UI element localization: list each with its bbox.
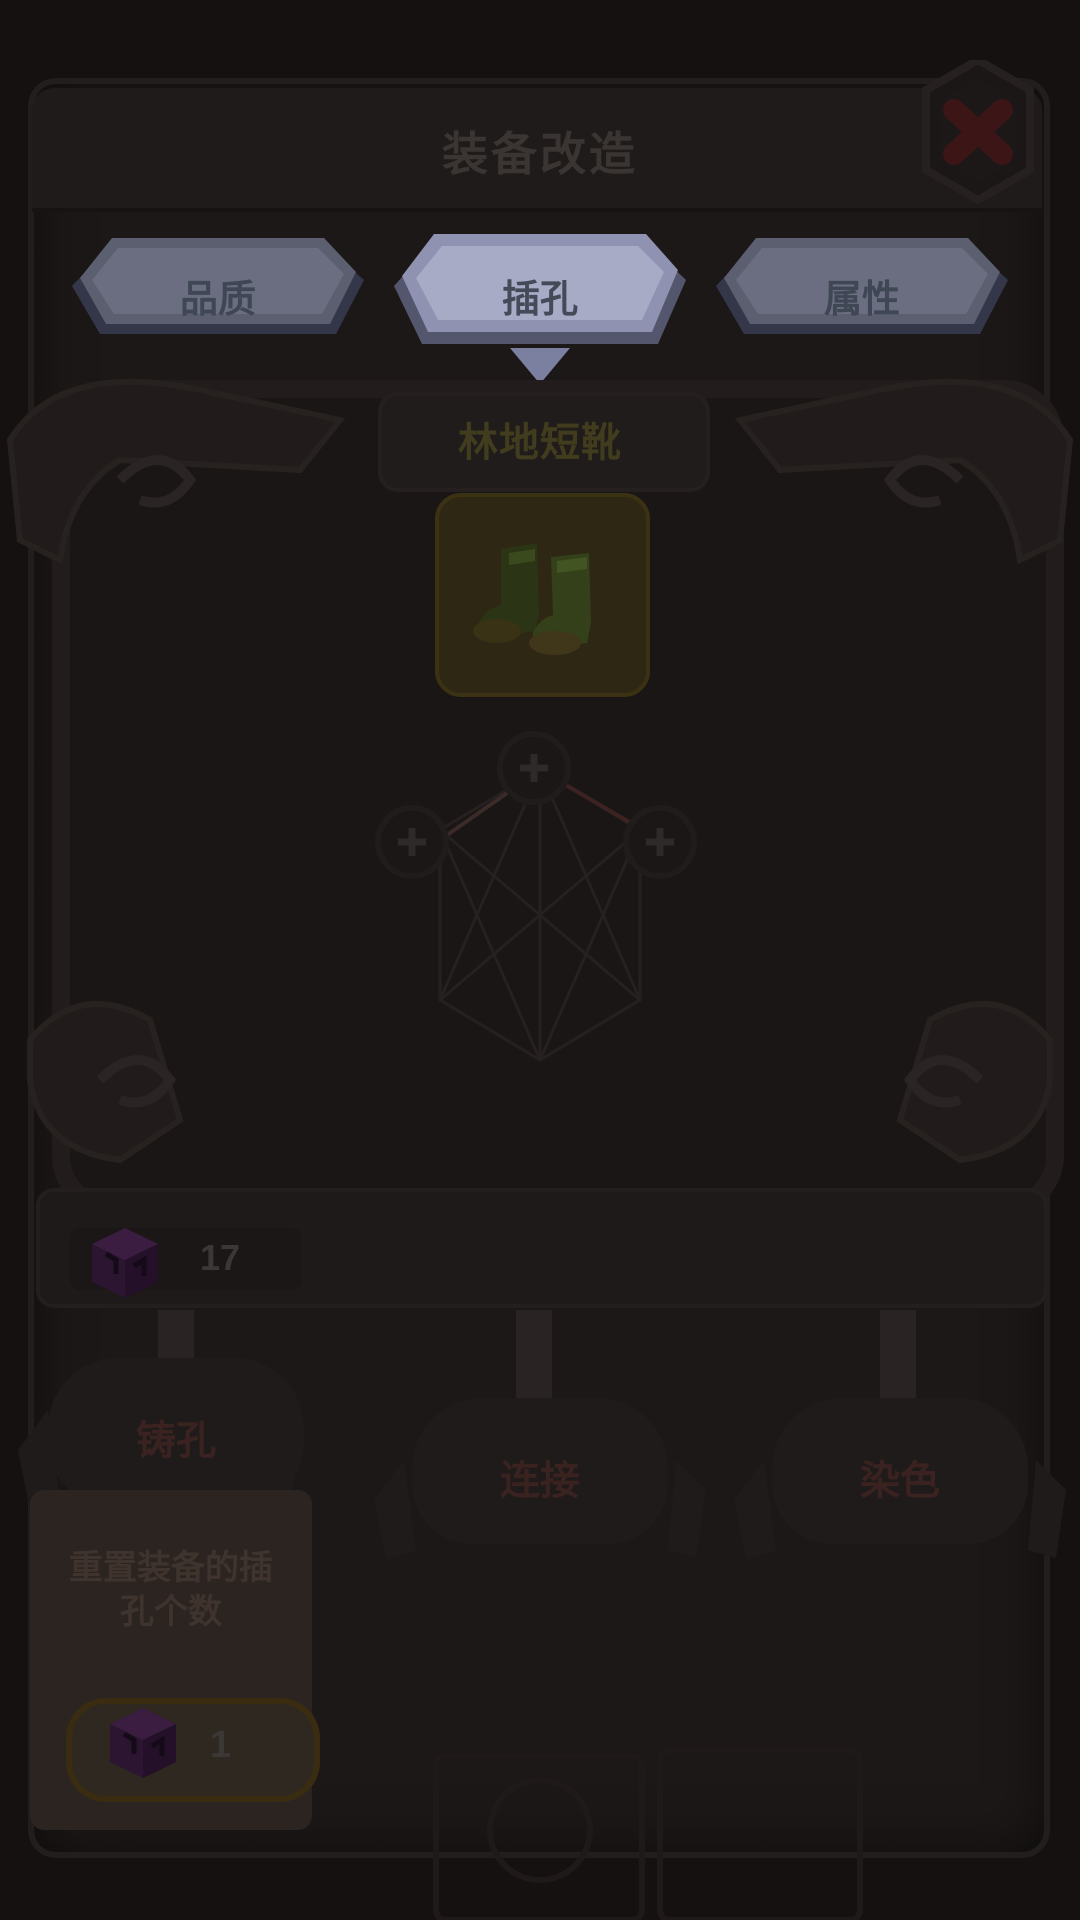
purple-cube-icon [86, 1224, 164, 1302]
close-icon [922, 55, 1034, 205]
boots-icon [473, 543, 591, 655]
plus-icon [375, 805, 449, 879]
item-slot[interactable] [435, 493, 650, 697]
socket-right[interactable] [622, 804, 698, 880]
plus-icon [497, 731, 571, 805]
socket-top[interactable] [496, 730, 572, 806]
currency-count: 17 [200, 1237, 241, 1278]
plus-icon [623, 805, 697, 879]
window-title: 装备改造 [442, 128, 638, 180]
socket-left[interactable] [374, 804, 450, 880]
item-name: 林地短靴 [458, 421, 622, 465]
tab-sockets-label: 插孔 [501, 279, 578, 321]
tab-sockets[interactable]: 插孔 [390, 228, 690, 384]
tab-attributes[interactable]: 属性 [712, 228, 1012, 356]
tab-quality[interactable]: 品质 [68, 228, 368, 356]
background-scenery [433, 1747, 863, 1920]
close-button[interactable] [920, 55, 1036, 210]
tab-attributes-label: 属性 [823, 279, 900, 321]
tab-quality-label: 品质 [179, 279, 256, 321]
